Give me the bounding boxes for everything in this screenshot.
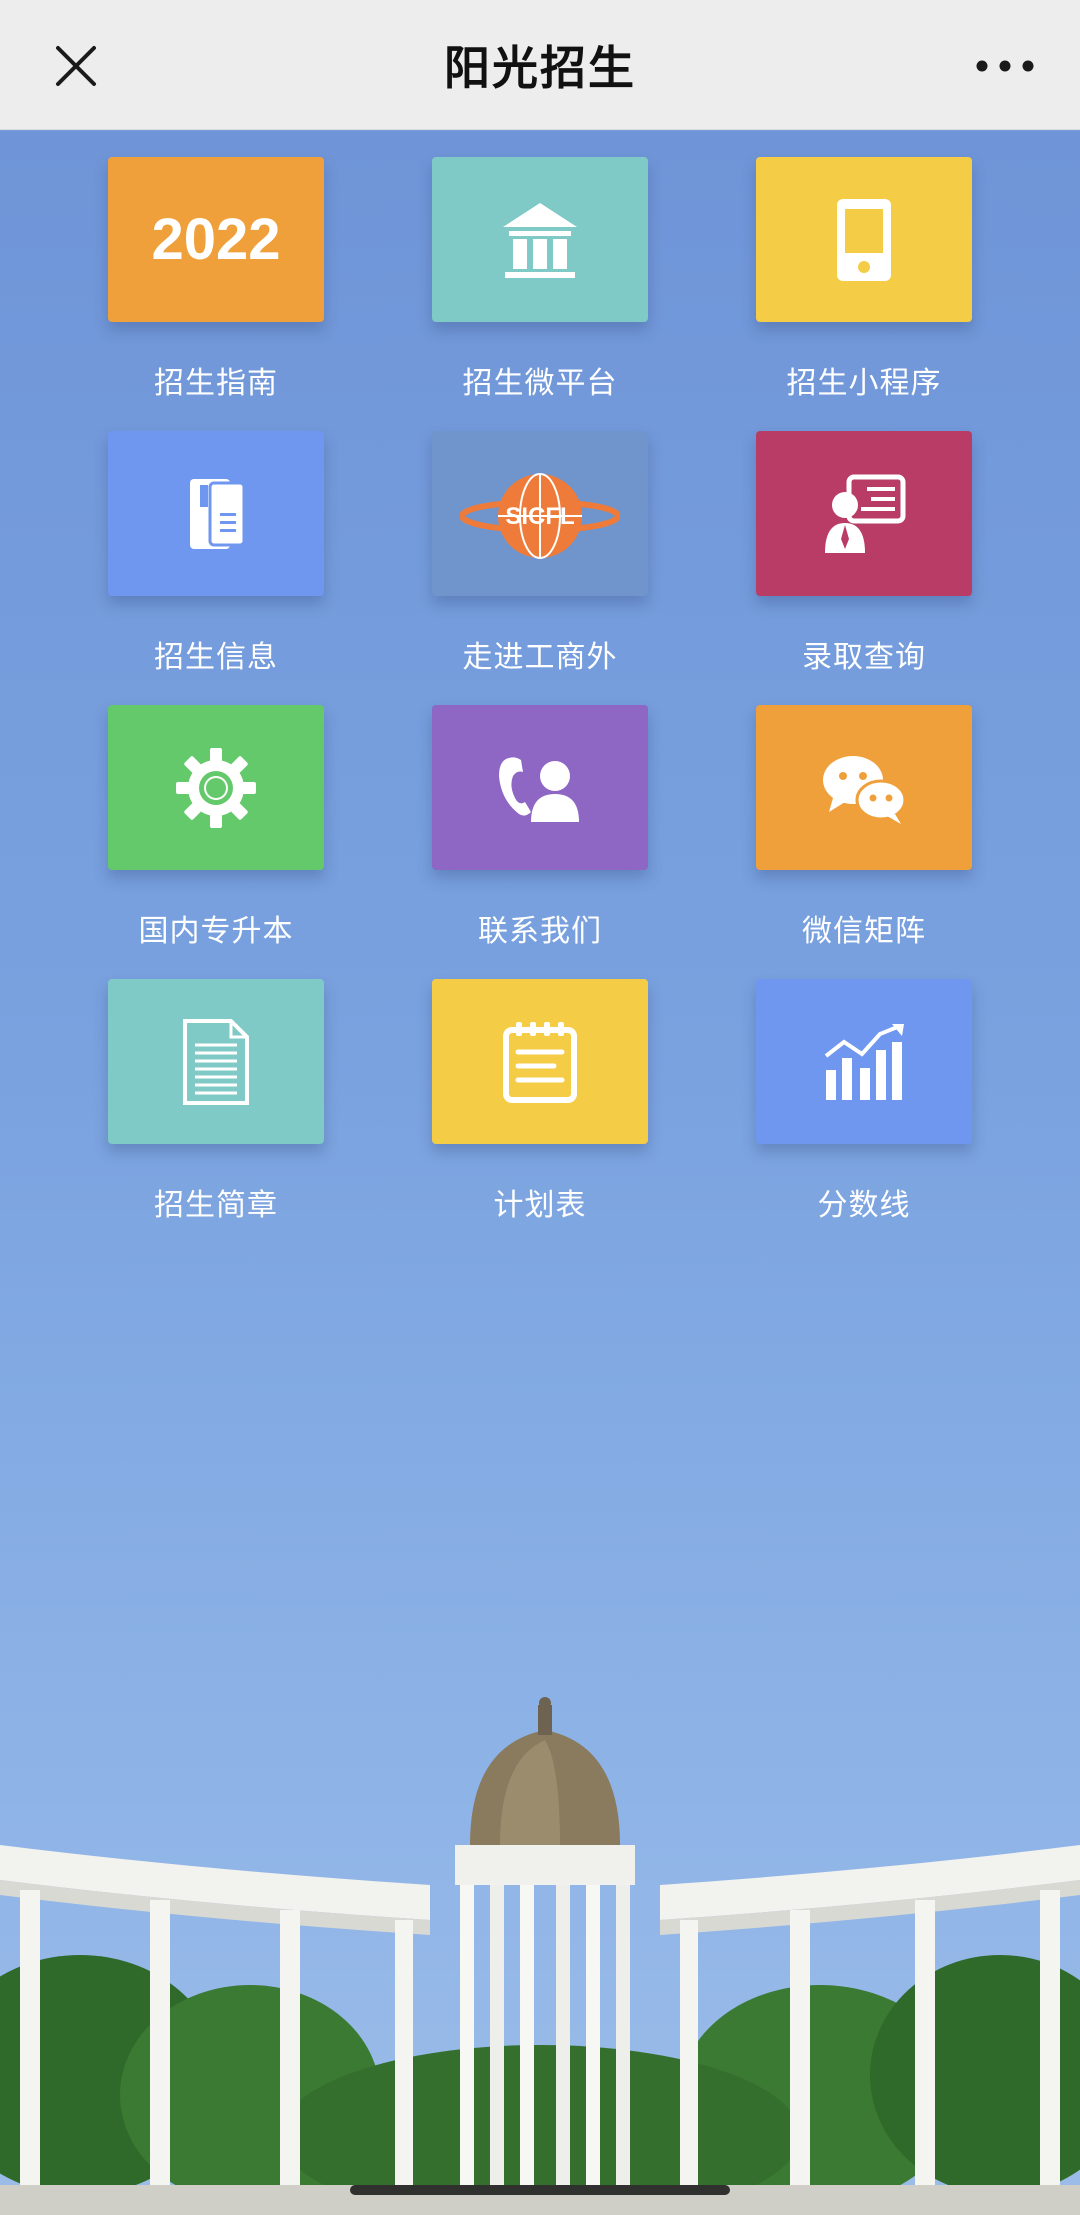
tile-label: 招生指南: [154, 366, 278, 401]
tile-label: 招生简章: [154, 1188, 278, 1223]
tile-plan-table[interactable]: 计划表: [432, 979, 648, 1224]
phone-icon: [837, 198, 891, 281]
document-icon: [183, 1018, 249, 1105]
year-badge: 2022: [108, 157, 324, 322]
tile-label: 联系我们: [478, 914, 602, 949]
chart-icon: [824, 1023, 904, 1100]
tile-label: 招生小程序: [786, 366, 942, 401]
tile-label: 国内专升本: [138, 914, 294, 949]
tile-label: 分数线: [817, 1188, 911, 1223]
gear-icon: [176, 747, 256, 828]
tile-micro-platform[interactable]: 招生微平台: [432, 157, 648, 402]
contact-phone-icon: [499, 756, 579, 822]
tile-label: 招生微平台: [462, 366, 618, 401]
bank-icon: [503, 202, 577, 278]
tile-admission-guide[interactable]: 2022 招生指南: [108, 157, 324, 402]
year-badge-text: 2022: [151, 207, 281, 272]
home-indicator: [350, 2185, 730, 2195]
more-icon[interactable]: [970, 46, 1040, 86]
school-logo-text: SICFL: [505, 503, 574, 530]
wechat-icon: [823, 755, 907, 824]
campus-colonnade-image: [0, 1697, 1080, 2215]
tile-label: 微信矩阵: [802, 914, 926, 949]
tile-upgrade-program[interactable]: 国内专升本: [108, 705, 324, 950]
tile-wechat-matrix[interactable]: 微信矩阵: [756, 705, 972, 950]
tile-admission-query[interactable]: 录取查询: [756, 431, 972, 676]
page-title: 阳光招生: [444, 40, 636, 95]
school-logo: SICFL: [460, 472, 620, 559]
tile-score-line[interactable]: 分数线: [756, 979, 972, 1224]
tile-admission-brochure[interactable]: 招生简章: [108, 979, 324, 1224]
tile-label: 走进工商外: [462, 640, 618, 675]
tile-mini-program[interactable]: 招生小程序: [756, 157, 972, 402]
files-icon: [190, 478, 246, 549]
tile-label: 计划表: [493, 1188, 587, 1223]
tile-label: 招生信息: [154, 640, 278, 675]
notepad-icon: [503, 1021, 577, 1103]
presenter-icon: [825, 474, 906, 553]
tile-admission-info[interactable]: 招生信息: [108, 431, 324, 676]
tile-contact-us[interactable]: 联系我们: [432, 705, 648, 950]
tile-label: 录取查询: [802, 640, 926, 675]
close-icon[interactable]: [46, 36, 106, 96]
top-bar: 阳光招生: [0, 0, 1080, 130]
tile-about-school[interactable]: SICFL 走进工商外: [432, 431, 648, 676]
